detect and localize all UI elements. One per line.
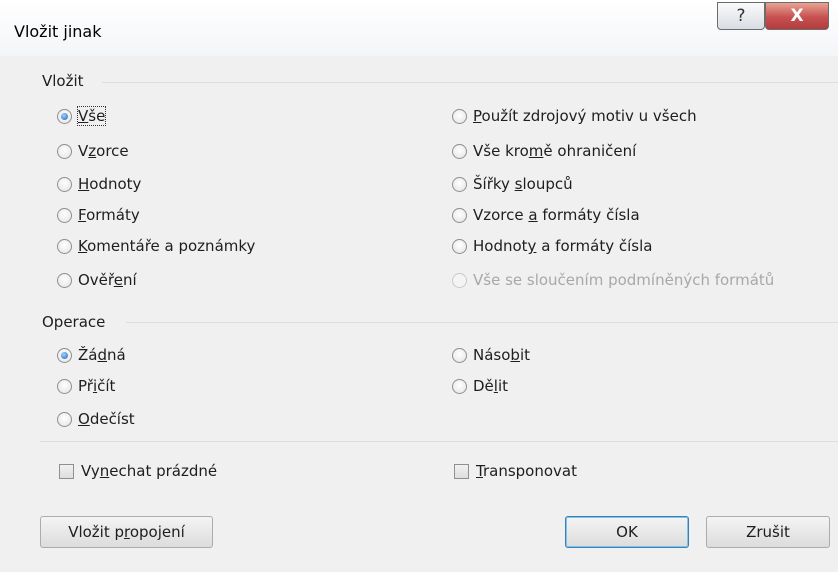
close-icon: X	[790, 6, 804, 26]
option-label: Použít zdrojový motiv u všech	[473, 107, 697, 125]
help-icon: ?	[736, 6, 746, 26]
paste-option-comments[interactable]: Komentáře a poznámky	[57, 237, 255, 255]
radio-button	[452, 272, 467, 288]
radio-button[interactable]	[57, 378, 72, 394]
paste-link-button[interactable]: Vložit propojení	[40, 516, 213, 548]
close-button[interactable]: X	[765, 2, 829, 30]
option-label: Přičít	[78, 377, 116, 395]
skip-blanks-checkbox[interactable]: Vynechat prázdné	[59, 462, 217, 480]
option-label: Odečíst	[78, 410, 135, 428]
option-label: Násobit	[473, 346, 530, 364]
radio-button[interactable]	[452, 143, 467, 159]
operation-option-subtract[interactable]: Odečíst	[57, 410, 135, 428]
button-label: Vložit propojení	[68, 523, 185, 541]
paste-option-except-borders[interactable]: Vše kromě ohraničení	[452, 142, 636, 160]
radio-button[interactable]	[57, 176, 72, 192]
option-label: Vzorce	[78, 142, 129, 160]
paste-option-formats[interactable]: Formáty	[57, 206, 140, 224]
option-label: Ověření	[78, 271, 137, 289]
option-label: Hodnoty	[78, 175, 142, 193]
paste-option-values-number-formats[interactable]: Hodnoty a formáty čísla	[452, 237, 652, 255]
option-label: Vzorce a formáty čísla	[473, 206, 640, 224]
paste-group-divider	[102, 82, 838, 83]
option-label: Vše kromě ohraničení	[473, 142, 637, 160]
radio-button[interactable]	[57, 238, 72, 254]
option-label: Vše	[76, 106, 107, 126]
checkbox[interactable]	[454, 463, 469, 479]
option-label: Vše se sloučením podmíněných formátů	[473, 271, 775, 289]
radio-button[interactable]	[452, 238, 467, 254]
operation-option-divide[interactable]: Dělit	[452, 377, 508, 395]
radio-button[interactable]	[452, 378, 467, 394]
paste-option-formulas-number-formats[interactable]: Vzorce a formáty čísla	[452, 206, 640, 224]
radio-button[interactable]	[57, 411, 72, 427]
ok-button[interactable]: OK	[565, 516, 689, 548]
operation-option-none[interactable]: Žádná	[57, 346, 126, 364]
radio-button[interactable]	[452, 347, 467, 363]
paste-option-formulas[interactable]: Vzorce	[57, 142, 129, 160]
paste-special-dialog: Vložit jinak ? X Vložit Vše Vzorce Hodno…	[0, 0, 838, 572]
paste-option-source-theme[interactable]: Použít zdrojový motiv u všech	[452, 107, 697, 125]
radio-button[interactable]	[452, 176, 467, 192]
paste-option-validation[interactable]: Ověření	[57, 271, 137, 289]
operation-group-label: Operace	[42, 313, 106, 331]
paste-option-all[interactable]: Vše	[57, 106, 107, 126]
operation-group-divider	[126, 322, 838, 323]
option-label: Komentáře a poznámky	[78, 237, 256, 255]
transpose-checkbox[interactable]: Transponovat	[454, 462, 577, 480]
option-label: Žádná	[78, 346, 126, 364]
option-label: Šířky sloupců	[473, 175, 573, 193]
radio-button[interactable]	[452, 108, 467, 124]
paste-option-values[interactable]: Hodnoty	[57, 175, 141, 193]
help-button[interactable]: ?	[717, 2, 765, 30]
checkbox[interactable]	[59, 463, 74, 479]
operation-option-add[interactable]: Přičít	[57, 377, 115, 395]
radio-button[interactable]	[57, 143, 72, 159]
section-divider	[40, 441, 838, 442]
radio-button[interactable]	[57, 347, 72, 363]
checkbox-label: Transponovat	[476, 462, 577, 480]
title-bar: Vložit jinak ? X	[0, 0, 838, 56]
cancel-button[interactable]: Zrušit	[706, 516, 830, 548]
checkbox-label: Vynechat prázdné	[81, 462, 218, 480]
paste-option-column-widths[interactable]: Šířky sloupců	[452, 175, 573, 193]
option-label: Dělit	[473, 377, 509, 395]
radio-button[interactable]	[57, 108, 72, 124]
dialog-title: Vložit jinak	[14, 22, 102, 41]
radio-button[interactable]	[57, 207, 72, 223]
operation-option-multiply[interactable]: Násobit	[452, 346, 530, 364]
paste-group-label: Vložit	[42, 72, 84, 90]
radio-button[interactable]	[452, 207, 467, 223]
paste-option-merge-conditional-formats: Vše se sloučením podmíněných formátů	[452, 271, 774, 289]
radio-button[interactable]	[57, 272, 72, 288]
option-label: Formáty	[78, 206, 140, 224]
option-label: Hodnoty a formáty čísla	[473, 237, 653, 255]
